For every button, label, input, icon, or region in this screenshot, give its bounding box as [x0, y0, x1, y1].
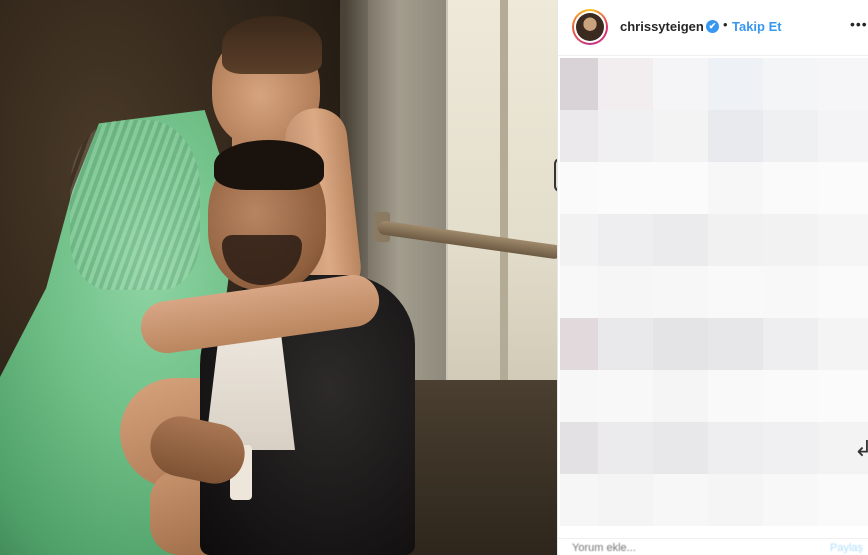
mosaic-tile	[818, 266, 868, 318]
mosaic-tile	[560, 58, 598, 110]
mosaic-tile	[763, 318, 818, 370]
mosaic-tile	[708, 162, 763, 214]
mosaic-tile	[818, 370, 868, 422]
mosaic-tile	[653, 162, 708, 214]
mosaic-tile	[598, 422, 653, 474]
mosaic-tile	[653, 422, 708, 474]
mosaic-tile	[560, 474, 598, 526]
mosaic-tile	[763, 162, 818, 214]
mosaic-tile	[708, 214, 763, 266]
mosaic-tile	[560, 266, 598, 318]
mosaic-tile	[598, 266, 653, 318]
follow-button[interactable]: Takip Et	[732, 19, 782, 34]
mosaic-tile	[818, 318, 868, 370]
mosaic-tile	[818, 162, 868, 214]
mosaic-tile	[653, 474, 708, 526]
pixelated-comments-area	[560, 58, 868, 533]
post-photo[interactable]	[0, 0, 557, 555]
mosaic-tile	[560, 214, 598, 266]
photo-woman-hair	[222, 16, 322, 74]
mosaic-tile	[763, 474, 818, 526]
photo-dress-texture	[70, 120, 200, 290]
header-separator: •	[723, 17, 728, 32]
mosaic-tile	[560, 110, 598, 162]
mosaic-tile	[708, 318, 763, 370]
mosaic-row	[560, 58, 868, 110]
mosaic-tile	[708, 266, 763, 318]
post-side-panel: chrissyteigen ✔ • Takip Et ••• Yorum ekl…	[557, 0, 868, 555]
post-header: chrissyteigen ✔ • Takip Et •••	[558, 0, 868, 56]
mosaic-tile	[653, 58, 708, 110]
mosaic-tile	[763, 110, 818, 162]
mosaic-tile	[560, 162, 598, 214]
photo-man-hair	[214, 140, 324, 190]
photo-window-frame	[500, 0, 508, 400]
mosaic-tile	[763, 370, 818, 422]
mosaic-tile	[708, 370, 763, 422]
mosaic-tile	[763, 58, 818, 110]
comment-input[interactable]	[572, 542, 792, 554]
avatar-ring-inner	[574, 11, 606, 43]
mosaic-row	[560, 110, 868, 162]
mosaic-tile	[708, 474, 763, 526]
more-options-icon[interactable]: •••	[850, 16, 868, 32]
mosaic-tile	[560, 422, 598, 474]
mosaic-tile	[818, 474, 868, 526]
verified-badge-icon: ✔	[706, 20, 719, 33]
mosaic-tile	[653, 266, 708, 318]
mosaic-tile	[708, 110, 763, 162]
mosaic-row	[560, 370, 868, 422]
mosaic-tile	[598, 162, 653, 214]
mosaic-tile	[763, 214, 818, 266]
mosaic-row	[560, 266, 868, 318]
mosaic-tile	[598, 110, 653, 162]
mosaic-tile	[560, 370, 598, 422]
mosaic-tile	[763, 422, 818, 474]
mosaic-row	[560, 162, 868, 214]
mosaic-tile	[818, 58, 868, 110]
mosaic-row	[560, 214, 868, 266]
username-link[interactable]: chrissyteigen	[620, 19, 704, 34]
mouse-cursor-icon: ↲	[854, 436, 868, 462]
mosaic-tile	[763, 266, 818, 318]
mosaic-tile	[598, 58, 653, 110]
mosaic-tile	[598, 214, 653, 266]
mosaic-tile	[653, 370, 708, 422]
comment-bar: Paylaş	[558, 538, 868, 555]
mosaic-tile	[598, 370, 653, 422]
mosaic-row	[560, 474, 868, 526]
mosaic-tile	[598, 474, 653, 526]
mosaic-tile	[653, 214, 708, 266]
mosaic-tile	[653, 318, 708, 370]
mosaic-tile	[653, 110, 708, 162]
mosaic-tile	[708, 422, 763, 474]
mosaic-tile	[598, 318, 653, 370]
profile-avatar[interactable]	[572, 9, 608, 45]
share-button[interactable]: Paylaş	[830, 542, 863, 554]
mosaic-tile	[560, 318, 598, 370]
mosaic-row	[560, 318, 868, 370]
avatar-image	[576, 13, 604, 41]
mosaic-tile	[708, 58, 763, 110]
mosaic-tile	[818, 214, 868, 266]
mosaic-row	[560, 422, 868, 474]
mosaic-tile	[818, 110, 868, 162]
